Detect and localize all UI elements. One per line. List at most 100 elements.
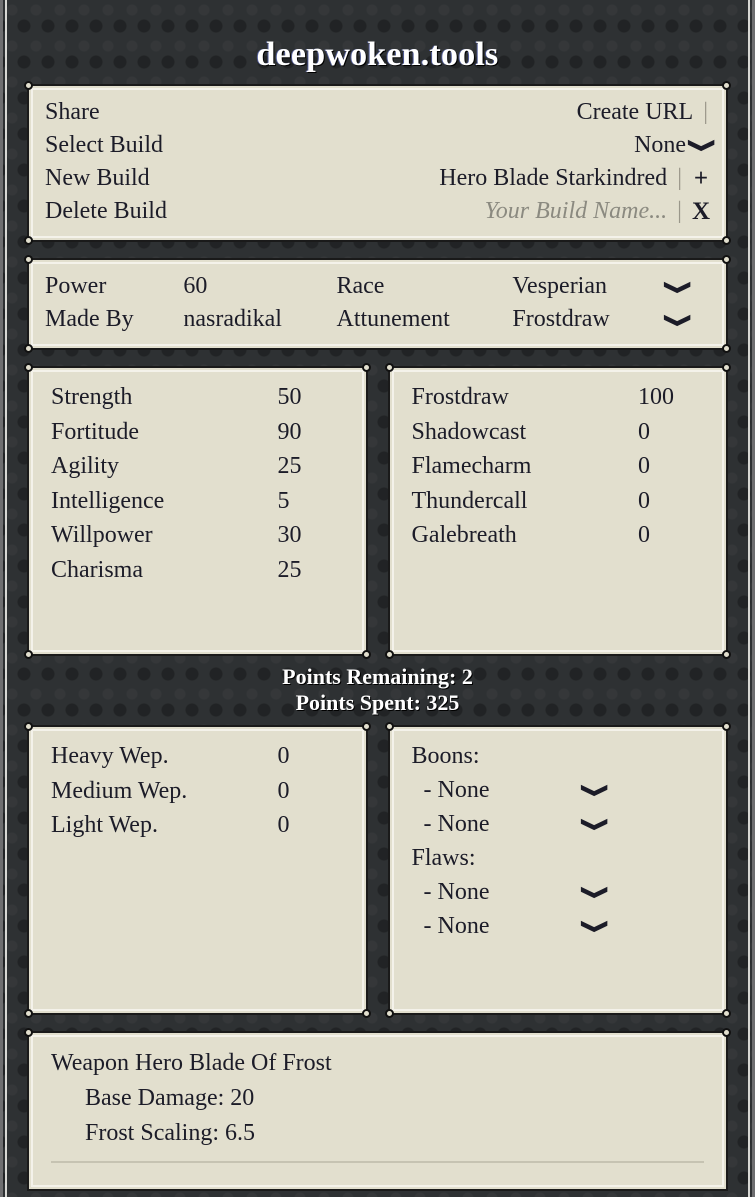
race-value[interactable]: Vesperian bbox=[512, 270, 670, 303]
corner-ornament bbox=[24, 255, 33, 264]
stat-row[interactable]: Thundercall 0 bbox=[412, 484, 705, 519]
corner-ornament bbox=[361, 363, 371, 372]
stat-row[interactable]: Shadowcast 0 bbox=[412, 415, 705, 450]
separator: | bbox=[703, 99, 708, 125]
stat-name: Frostdraw bbox=[411, 384, 509, 410]
stat-value: 0 bbox=[638, 418, 650, 445]
flaw-value: - None bbox=[423, 913, 490, 939]
flaw-row[interactable]: - None ❯ bbox=[412, 875, 705, 909]
weapons-boons-columns: Heavy Wep. 0 Medium Wep. 0 Light Wep. 0 … bbox=[24, 722, 731, 1018]
share-row: Share Create URL | bbox=[45, 96, 710, 129]
stat-row[interactable]: Willpower 30 bbox=[51, 518, 344, 553]
stat-value: 5 bbox=[277, 487, 290, 514]
stat-row[interactable]: Fortitude 90 bbox=[51, 415, 344, 450]
attunement-value[interactable]: Frostdraw bbox=[512, 303, 670, 336]
corner-ornament bbox=[384, 363, 394, 372]
corner-ornament bbox=[24, 650, 33, 659]
power-value[interactable]: 60 bbox=[183, 270, 336, 303]
stat-name: Light Wep. bbox=[51, 812, 158, 838]
build-name-input[interactable]: Your Build Name... bbox=[485, 195, 667, 228]
corner-ornament bbox=[24, 1028, 33, 1037]
stat-row[interactable]: Charisma 25 bbox=[51, 553, 344, 588]
character-info-panel: Power 60 Race Vesperian ❯ Made By nasrad… bbox=[24, 255, 731, 353]
delete-build-x-button[interactable]: X bbox=[692, 195, 710, 228]
stat-name: Strength bbox=[51, 384, 133, 410]
stat-value: 25 bbox=[277, 556, 302, 583]
delete-build-row: Delete Build Your Build Name... | X bbox=[45, 195, 710, 228]
stat-name: Shadowcast bbox=[411, 418, 527, 445]
corner-ornament bbox=[361, 650, 371, 659]
stat-name: Intelligence bbox=[51, 487, 165, 514]
stat-name: Charisma bbox=[51, 556, 143, 583]
stat-row[interactable]: Agility 25 bbox=[51, 449, 344, 484]
stat-name: Willpower bbox=[51, 522, 153, 548]
flaw-value: - None bbox=[423, 879, 490, 905]
separator: | bbox=[677, 165, 682, 191]
stat-row[interactable]: Frostdraw 100 bbox=[412, 380, 705, 415]
flaw-row[interactable]: - None ❯ bbox=[412, 909, 705, 943]
stat-row[interactable]: Medium Wep. 0 bbox=[51, 774, 344, 809]
delete-build-button[interactable]: Delete Build bbox=[45, 195, 167, 228]
stat-row[interactable]: Strength 50 bbox=[51, 380, 344, 415]
corner-ornament bbox=[24, 722, 33, 731]
madeby-attunement-row: Made By nasradikal Attunement Frostdraw … bbox=[45, 303, 710, 336]
stat-value: 0 bbox=[638, 487, 650, 514]
chevron-down-icon[interactable]: ❯ bbox=[580, 816, 608, 832]
corner-ornament bbox=[24, 363, 33, 372]
share-row-actions: Create URL | bbox=[577, 96, 710, 129]
weapon-base-damage: Base Damage: 20 bbox=[85, 1085, 255, 1111]
corner-ornament bbox=[722, 81, 731, 90]
corner-ornament bbox=[24, 236, 33, 245]
chevron-down-icon[interactable]: ❯ bbox=[580, 918, 608, 934]
chevron-down-icon[interactable]: ❯ bbox=[580, 884, 608, 900]
stat-row[interactable]: Intelligence 5 bbox=[51, 484, 344, 519]
corner-ornament bbox=[24, 344, 33, 353]
select-build-row: Select Build None ❯ bbox=[45, 129, 716, 162]
stat-name: Heavy Wep. bbox=[51, 743, 169, 769]
app-root: deepwoken.tools Share Create URL | Selec… bbox=[0, 0, 755, 1191]
chevron-down-icon[interactable]: ❯ bbox=[688, 138, 716, 154]
new-build-row: New Build Hero Blade Starkindred | + bbox=[45, 162, 710, 195]
stat-row[interactable]: Galebreath 0 bbox=[412, 518, 705, 553]
stat-row[interactable]: Heavy Wep. 0 bbox=[51, 739, 344, 774]
chevron-down-icon[interactable]: ❯ bbox=[664, 280, 692, 296]
chevron-down-icon[interactable]: ❯ bbox=[580, 782, 608, 798]
divider bbox=[51, 1161, 704, 1163]
race-dropdown[interactable]: ❯ bbox=[664, 270, 710, 303]
chevron-down-icon[interactable]: ❯ bbox=[664, 313, 692, 329]
corner-ornament bbox=[361, 1009, 371, 1018]
corner-ornament bbox=[722, 650, 731, 659]
boon-row[interactable]: - None ❯ bbox=[412, 773, 705, 807]
corner-ornament bbox=[722, 1028, 731, 1037]
boon-value: - None bbox=[423, 777, 490, 803]
attunement-dropdown[interactable]: ❯ bbox=[664, 303, 710, 336]
add-build-button[interactable]: + bbox=[692, 162, 710, 195]
corner-ornament bbox=[722, 255, 731, 264]
weapon-title[interactable]: Weapon Hero Blade Of Frost bbox=[51, 1045, 704, 1081]
points-summary: Points Remaining: 2 Points Spent: 325 bbox=[27, 656, 728, 725]
power-label: Power bbox=[45, 273, 107, 299]
boon-row[interactable]: - None ❯ bbox=[412, 807, 705, 841]
stat-value: 90 bbox=[277, 418, 302, 445]
attunements-panel: Frostdraw 100 Shadowcast 0 Flamecharm 0 … bbox=[384, 363, 731, 659]
stat-value: 25 bbox=[277, 453, 302, 479]
delete-build-actions: Your Build Name... | X bbox=[485, 195, 710, 228]
power-race-row: Power 60 Race Vesperian ❯ bbox=[45, 270, 710, 303]
attributes-panel: Strength 50 Fortitude 90 Agility 25 Inte… bbox=[24, 363, 371, 659]
select-build-label: Select Build bbox=[45, 132, 163, 158]
stat-name: Thundercall bbox=[411, 487, 528, 514]
corner-ornament bbox=[24, 81, 33, 90]
share-button[interactable]: Share bbox=[45, 96, 100, 129]
stat-row[interactable]: Light Wep. 0 bbox=[51, 808, 344, 843]
stat-row[interactable]: Flamecharm 0 bbox=[412, 449, 705, 484]
stats-columns: Strength 50 Fortitude 90 Agility 25 Inte… bbox=[24, 363, 731, 659]
stat-name: Agility bbox=[51, 453, 120, 479]
boons-heading: Boons: bbox=[411, 743, 480, 769]
create-url-button[interactable]: Create URL bbox=[577, 96, 694, 129]
points-spent: Points Spent: 325 bbox=[295, 690, 460, 715]
new-build-button[interactable]: New Build bbox=[45, 162, 150, 195]
select-build-dropdown[interactable]: None ❯ bbox=[634, 129, 716, 162]
stat-value: 100 bbox=[638, 384, 674, 410]
made-by-value[interactable]: nasradikal bbox=[183, 303, 336, 336]
made-by-label: Made By bbox=[45, 306, 134, 332]
